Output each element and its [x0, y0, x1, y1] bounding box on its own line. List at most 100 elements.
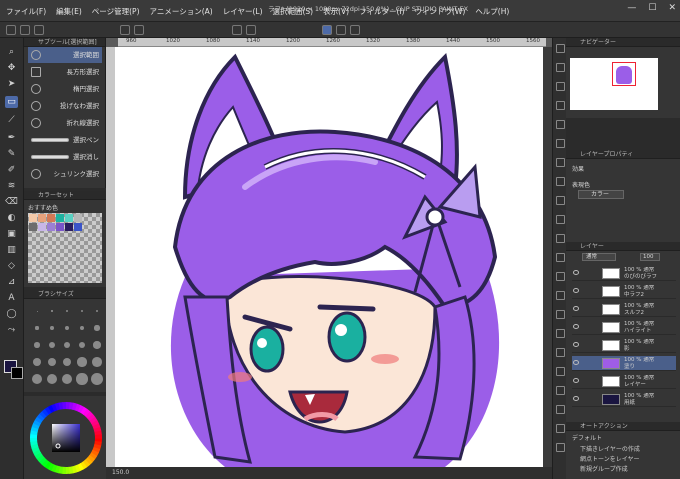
navigator-preview[interactable] [570, 58, 658, 110]
eyedropper-icon[interactable]: ⟋ [5, 114, 18, 126]
brush-size-preset[interactable] [50, 326, 54, 330]
panel-toggle-icon[interactable] [556, 367, 565, 376]
layer-row[interactable]: 100 % 通常 用紙 [572, 392, 676, 407]
eye-icon[interactable] [573, 288, 579, 293]
auto-action-item[interactable]: 新規グループ作成 [580, 464, 628, 473]
subtool-item[interactable]: 楕円選択 [28, 81, 102, 97]
subtool-item[interactable]: 長方形選択 [28, 64, 102, 80]
snap-grid-icon[interactable] [336, 25, 346, 35]
subtool-item[interactable]: 選択範囲 [28, 47, 102, 63]
panel-toggle-icon[interactable] [556, 177, 565, 186]
brush-size-preset[interactable] [32, 374, 42, 384]
brush-size-preset[interactable] [79, 325, 85, 331]
layer-row[interactable]: 100 % 通常 レイヤー [572, 374, 676, 389]
vertical-scrollbar[interactable] [543, 47, 552, 467]
subtool-item[interactable]: 選択ペン [28, 132, 102, 148]
layer-row[interactable]: 100 % 通常 影 [572, 338, 676, 353]
open-file-icon[interactable] [20, 25, 30, 35]
color-swatch[interactable] [38, 223, 46, 231]
layer-row[interactable]: 100 % 通常 のびのびラフ [572, 266, 676, 281]
opacity-field[interactable]: 100 [640, 253, 660, 261]
ruler-icon[interactable]: ⊿ [5, 276, 18, 288]
eye-icon[interactable] [573, 270, 579, 275]
brush-size-preset[interactable] [47, 357, 57, 367]
subtool-item[interactable]: 投げなわ選択 [28, 98, 102, 114]
brush-size-preset[interactable] [95, 309, 99, 313]
maximize-icon[interactable]: ☐ [648, 3, 656, 13]
snap-special-icon[interactable] [350, 25, 360, 35]
hand-icon[interactable]: ✥ [5, 62, 18, 74]
blend-mode-select[interactable]: 通常 [582, 253, 616, 261]
color-swatch[interactable] [65, 223, 73, 231]
panel-toggle-icon[interactable] [556, 234, 565, 243]
new-file-icon[interactable] [6, 25, 16, 35]
panel-toggle-icon[interactable] [556, 348, 565, 357]
panel-toggle-icon[interactable] [556, 215, 565, 224]
brush-size-preset[interactable] [34, 342, 40, 348]
brush-size-preset[interactable] [63, 341, 71, 349]
panel-toggle-icon[interactable] [556, 443, 565, 452]
figure-icon[interactable]: ◇ [5, 260, 18, 272]
gradient-icon[interactable]: ▥ [5, 244, 18, 256]
color-swatch[interactable] [47, 223, 55, 231]
eye-icon[interactable] [573, 342, 579, 347]
brush-size-preset[interactable] [91, 373, 103, 385]
color-swatch[interactable] [38, 214, 46, 222]
layer-row[interactable]: 100 % 通常 中ラフ2 [572, 284, 676, 299]
panel-toggle-icon[interactable] [556, 82, 565, 91]
eye-icon[interactable] [573, 378, 579, 383]
panel-toggle-icon[interactable] [556, 158, 565, 167]
panel-toggle-icon[interactable] [556, 310, 565, 319]
text-icon[interactable]: A [5, 292, 18, 304]
brush-size-preset[interactable] [46, 373, 58, 385]
brush-size-preset[interactable] [78, 341, 86, 349]
panel-toggle-icon[interactable] [556, 405, 565, 414]
menu-item[interactable]: ページ管理(P) [92, 6, 140, 17]
layer-row[interactable]: 100 % 通常 塗り [572, 356, 676, 371]
correct-line-icon[interactable]: ⤳ [5, 324, 18, 336]
panel-toggle-icon[interactable] [556, 386, 565, 395]
blend-icon[interactable]: ◐ [5, 212, 18, 224]
panel-toggle-icon[interactable] [556, 44, 565, 53]
brush-size-preset[interactable] [51, 310, 53, 312]
zoom-icon[interactable]: ⌕ [5, 46, 18, 58]
balloon-icon[interactable]: ◯ [5, 308, 18, 320]
panel-toggle-icon[interactable] [556, 101, 565, 110]
canvas[interactable] [115, 47, 543, 467]
brush-size-preset[interactable] [76, 373, 88, 385]
brush-size-preset[interactable] [77, 357, 87, 367]
eye-icon[interactable] [573, 396, 579, 401]
brush-size-preset[interactable] [49, 342, 55, 348]
color-swatch[interactable] [56, 223, 64, 231]
fill-icon[interactable]: ▣ [5, 228, 18, 240]
subtool-item[interactable]: 選択消し [28, 149, 102, 165]
transform-icon[interactable] [246, 25, 256, 35]
menu-item[interactable]: ファイル(F) [6, 6, 46, 17]
panel-toggle-icon[interactable] [556, 196, 565, 205]
color-swatch[interactable] [29, 214, 37, 222]
brush-size-preset[interactable] [36, 310, 38, 312]
color-swatch[interactable] [47, 214, 55, 222]
eraser-icon[interactable]: ⌫ [5, 196, 18, 208]
auto-action-item[interactable]: 下描きレイヤーの作成 [580, 444, 640, 453]
panel-toggle-icon[interactable] [556, 139, 565, 148]
color-swatch[interactable] [74, 214, 82, 222]
clear-icon[interactable] [232, 25, 242, 35]
menu-item[interactable]: 編集(E) [56, 6, 82, 17]
color-swatch[interactable] [65, 214, 73, 222]
eye-icon[interactable] [573, 360, 579, 365]
redo-icon[interactable] [134, 25, 144, 35]
save-icon[interactable] [34, 25, 44, 35]
layer-row[interactable]: 100 % 通常 スルフ2 [572, 302, 676, 317]
menu-item[interactable]: アニメーション(A) [150, 6, 213, 17]
layer-row[interactable]: 100 % 通常 ハイライト [572, 320, 676, 335]
eye-icon[interactable] [573, 324, 579, 329]
expression-color-select[interactable]: カラー [578, 190, 624, 199]
brush-size-preset[interactable] [62, 357, 72, 367]
color-wheel[interactable] [24, 396, 106, 479]
auto-action-item[interactable]: 網点トーンをレイヤー [580, 454, 640, 463]
close-icon[interactable]: ✕ [668, 3, 676, 13]
brush-size-preset[interactable] [61, 373, 73, 385]
operation-icon[interactable]: ➤ [5, 78, 18, 90]
brush-icon[interactable]: ✐ [5, 164, 18, 176]
